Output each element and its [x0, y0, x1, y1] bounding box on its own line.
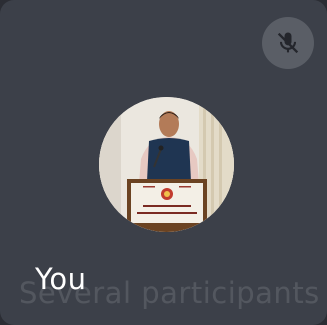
- avatar: [99, 97, 234, 232]
- profile-photo: [99, 97, 234, 232]
- mic-off-icon: [277, 32, 299, 54]
- participant-name: You: [35, 262, 87, 296]
- mic-muted-indicator: [262, 17, 314, 69]
- participant-tile[interactable]: Several participants You: [0, 0, 327, 325]
